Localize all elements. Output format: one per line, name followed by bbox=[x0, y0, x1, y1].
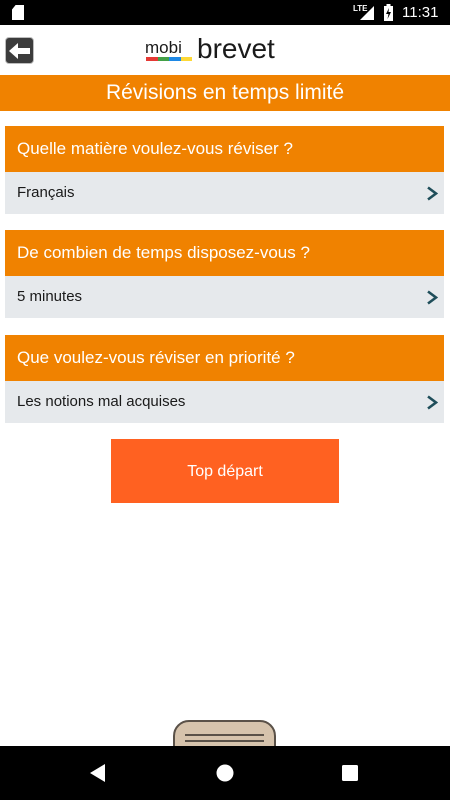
screen: LTE 11:31 mobi brevet Révisions en temps… bbox=[0, 0, 450, 800]
selected-value: Les notions mal acquises bbox=[17, 393, 186, 410]
logo-bar-red bbox=[146, 57, 158, 61]
logo-color-bars bbox=[146, 57, 192, 61]
start-button[interactable]: Top départ bbox=[111, 439, 339, 503]
status-bar: LTE 11:31 bbox=[0, 0, 450, 25]
question-duration: De combien de temps disposez-vous ? 5 mi… bbox=[5, 230, 444, 318]
sd-card-icon bbox=[12, 5, 24, 20]
logo-bar-blue bbox=[169, 57, 181, 61]
logo-brevet-text: brevet bbox=[197, 33, 275, 64]
selected-value: Français bbox=[17, 184, 75, 201]
nav-home-icon[interactable] bbox=[216, 764, 234, 782]
logo-bar-green bbox=[157, 57, 169, 61]
arrow-left-icon bbox=[9, 43, 30, 59]
handle-line bbox=[185, 734, 264, 736]
priority-selector[interactable]: Les notions mal acquises bbox=[5, 381, 444, 423]
question-priority: Que voulez-vous réviser en priorité ? Le… bbox=[5, 335, 444, 423]
duration-selector[interactable]: 5 minutes bbox=[5, 276, 444, 318]
chevron-right-icon bbox=[427, 290, 438, 305]
app-bar: mobi brevet bbox=[0, 25, 450, 75]
nav-back-icon[interactable] bbox=[90, 764, 106, 782]
chevron-right-icon bbox=[427, 395, 438, 410]
clock: 11:31 bbox=[402, 4, 439, 21]
chevron-right-icon bbox=[427, 186, 438, 201]
system-nav-bar bbox=[0, 746, 450, 800]
question-label: De combien de temps disposez-vous ? bbox=[5, 230, 444, 276]
handle-line bbox=[185, 740, 264, 742]
page-title: Révisions en temps limité bbox=[0, 75, 450, 111]
logo-mobi-text: mobi bbox=[145, 38, 182, 57]
logo-bar-yellow bbox=[180, 57, 192, 61]
subject-selector[interactable]: Français bbox=[5, 172, 444, 214]
battery-charging-icon bbox=[384, 4, 393, 21]
question-label: Que voulez-vous réviser en priorité ? bbox=[5, 335, 444, 381]
question-subject: Quelle matière voulez-vous réviser ? Fra… bbox=[5, 126, 444, 214]
question-label: Quelle matière voulez-vous réviser ? bbox=[5, 126, 444, 172]
back-button[interactable] bbox=[5, 37, 34, 64]
signal-icon bbox=[360, 6, 374, 20]
nav-recent-apps-icon[interactable] bbox=[342, 765, 358, 781]
selected-value: 5 minutes bbox=[17, 288, 83, 305]
